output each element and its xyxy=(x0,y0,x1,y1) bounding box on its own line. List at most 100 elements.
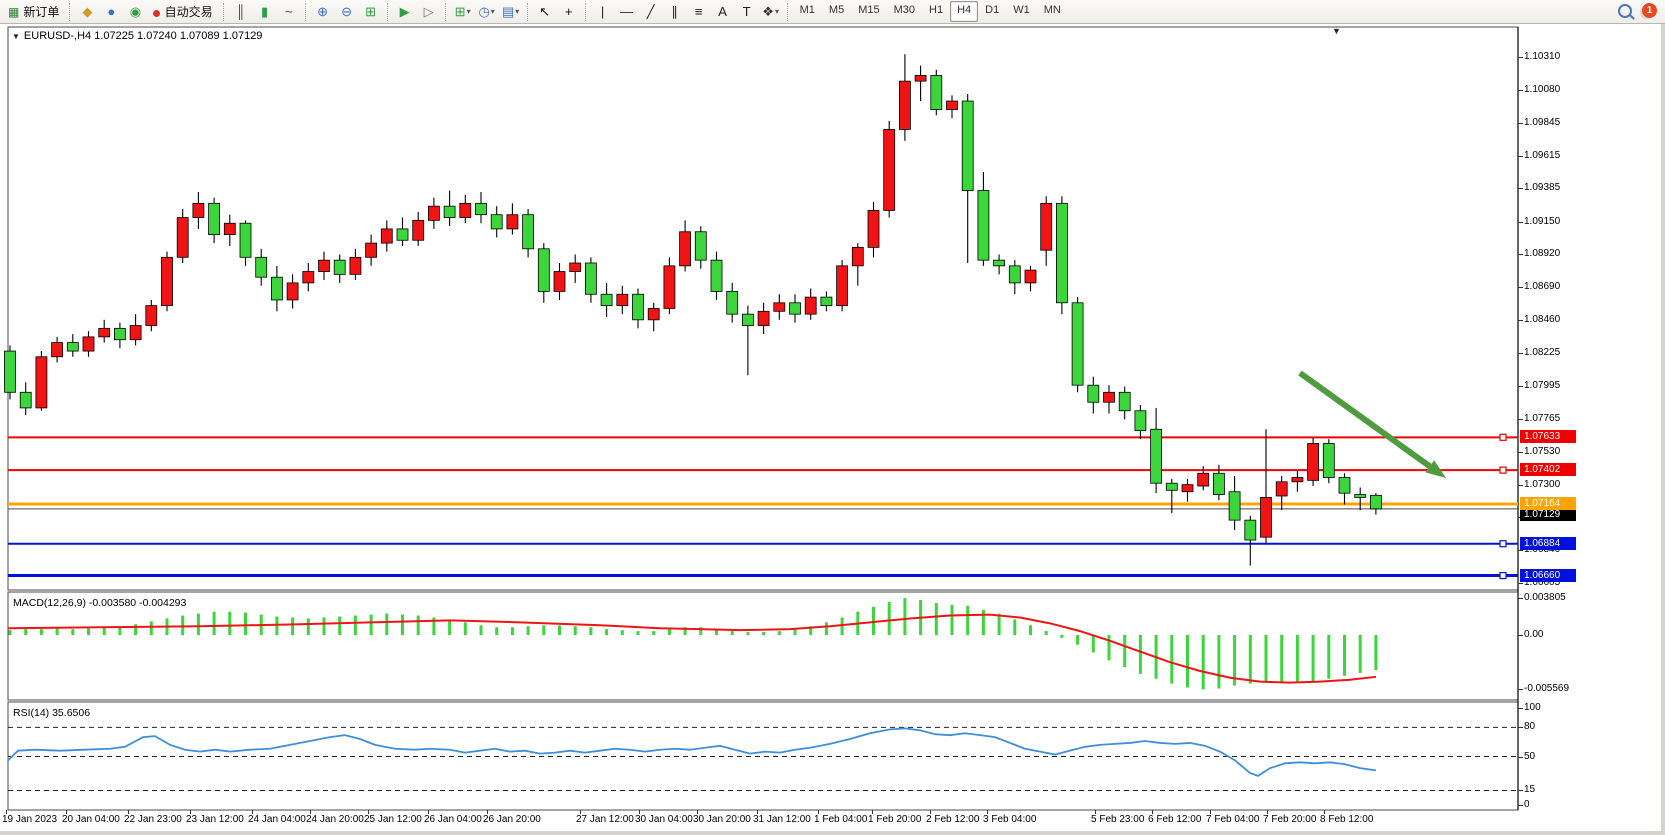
dropdown-arrow-icon[interactable]: ▾ xyxy=(467,2,471,22)
price-axis-label: 1.09385 xyxy=(1524,182,1560,193)
candlestick-icon[interactable]: ▮ xyxy=(253,1,277,23)
line-chart-icon[interactable]: ~ xyxy=(277,1,301,23)
arrow-annotation-head[interactable] xyxy=(1425,460,1446,478)
price-axis-label: 1.10080 xyxy=(1524,84,1560,95)
date-axis-label: 3 Feb 04:00 xyxy=(983,814,1036,825)
chart-title-text: EURUSD-,H4 1.07225 1.07240 1.07089 1.071… xyxy=(24,30,263,42)
timeframe-button-mn[interactable]: MN xyxy=(1037,1,1068,22)
timeframe-button-h4[interactable]: H4 xyxy=(950,1,978,22)
indicators-icon[interactable]: ◆ xyxy=(75,1,99,23)
rsi-axis-label: 100 xyxy=(1524,702,1541,713)
date-axis-label: 24 Jan 20:00 xyxy=(306,814,364,825)
new-order-icon: ▦ xyxy=(8,5,19,19)
date-axis-label: 19 Jan 2023 xyxy=(2,814,57,825)
price-tag-1.07633: 1.07633 xyxy=(1520,430,1576,443)
date-axis-label: 26 Jan 04:00 xyxy=(424,814,482,825)
period-icon[interactable]: ◷▾ xyxy=(475,1,499,23)
date-axis-label: 2 Feb 12:00 xyxy=(926,814,979,825)
macd-axis-label: -0.005569 xyxy=(1524,683,1569,694)
price-axis-label: 1.09845 xyxy=(1524,117,1560,128)
crosshair-icon[interactable]: + xyxy=(557,1,581,23)
horizontal-line-icon[interactable]: — xyxy=(615,1,639,23)
candles xyxy=(5,54,1382,565)
date-axis-label: 20 Jan 04:00 xyxy=(62,814,120,825)
date-axis-label: 30 Jan 20:00 xyxy=(693,814,751,825)
auto-scroll-icon[interactable]: ▷ xyxy=(417,1,441,23)
hline-handle[interactable] xyxy=(1500,467,1506,473)
timeframe-button-h1[interactable]: H1 xyxy=(922,1,950,22)
toolbar-separator xyxy=(223,3,225,21)
notifications-icon[interactable]: 1 xyxy=(1642,3,1657,18)
zoom-out-icon[interactable]: ⊖ xyxy=(335,1,359,23)
date-axis-label: 23 Jan 12:00 xyxy=(186,814,244,825)
dropdown-arrow-icon[interactable]: ▾ xyxy=(491,2,495,22)
cursor-icon[interactable]: ↖ xyxy=(533,1,557,23)
toolbar-separator xyxy=(305,3,307,21)
dropdown-arrow-icon[interactable]: ▾ xyxy=(515,2,519,22)
new-order-button[interactable]: ▦ 新订单 xyxy=(2,1,65,23)
rsi-indicator-label: RSI(14) 35.6506 xyxy=(13,707,90,719)
auto-trading-status-dot xyxy=(152,9,161,18)
chart-shift-icon[interactable]: ▶ xyxy=(393,1,417,23)
hline-handle[interactable] xyxy=(1500,434,1506,440)
dropdown-arrow-icon[interactable]: ▾ xyxy=(775,2,779,22)
hline-handle[interactable] xyxy=(1500,541,1506,547)
price-chart xyxy=(0,0,1665,835)
price-axis-label: 1.08920 xyxy=(1524,248,1560,259)
hline-handle[interactable] xyxy=(1500,573,1506,579)
market-watch-icon[interactable]: ● xyxy=(99,1,123,23)
text-icon[interactable]: A xyxy=(711,1,735,23)
auto-trading-button[interactable]: ●自动交易 xyxy=(147,1,218,23)
channel-icon[interactable]: ∥ xyxy=(663,1,687,23)
macd-axis-label: 0.00 xyxy=(1524,629,1543,640)
price-axis-label: 1.07995 xyxy=(1524,380,1560,391)
window-edge-bottom xyxy=(0,831,1665,835)
rsi-axis-label: 15 xyxy=(1524,784,1535,795)
tile-windows-icon[interactable]: ⊞ xyxy=(359,1,383,23)
date-axis-label: 1 Feb 20:00 xyxy=(868,814,921,825)
chart-shift-marker[interactable]: ▼ xyxy=(1332,26,1341,36)
timeframe-button-d1[interactable]: D1 xyxy=(978,1,1006,22)
price-tag-1.07164: 1.07164 xyxy=(1520,497,1576,510)
symbol-dropdown-icon[interactable]: ▼ xyxy=(12,32,20,41)
text-label-icon[interactable]: T xyxy=(735,1,759,23)
date-axis-label: 6 Feb 12:00 xyxy=(1148,814,1201,825)
new-order-label: 新订单 xyxy=(23,3,59,20)
date-axis-label: 1 Feb 04:00 xyxy=(814,814,867,825)
price-tag-1.07402: 1.07402 xyxy=(1520,463,1576,476)
price-axis-label: 1.09615 xyxy=(1524,150,1560,161)
zoom-in-icon[interactable]: ⊕ xyxy=(311,1,335,23)
toolbar-separator xyxy=(787,3,789,21)
arrow-annotation[interactable] xyxy=(1300,373,1430,466)
date-axis-label: 25 Jan 12:00 xyxy=(364,814,422,825)
fibonacci-icon[interactable]: ≡ xyxy=(687,1,711,23)
toolbar-separator xyxy=(585,3,587,21)
date-axis-label: 27 Jan 12:00 xyxy=(576,814,634,825)
template-icon[interactable]: ▤▾ xyxy=(499,1,523,23)
macd-indicator-label: MACD(12,26,9) -0.003580 -0.004293 xyxy=(13,597,186,609)
signals-icon[interactable]: ◉ xyxy=(123,1,147,23)
macd-signal-line xyxy=(8,615,1376,683)
chart-title[interactable]: ▼ EURUSD-,H4 1.07225 1.07240 1.07089 1.07… xyxy=(12,30,262,42)
timeframe-button-m1[interactable]: M1 xyxy=(793,1,822,22)
arrows-icon[interactable]: ❖▾ xyxy=(759,1,783,23)
price-axis-label: 1.07765 xyxy=(1524,413,1560,424)
bar-chart-icon[interactable]: ║ xyxy=(229,1,253,23)
panel-border xyxy=(8,592,1518,700)
trendline-icon[interactable]: ╱ xyxy=(639,1,663,23)
timeframe-button-w1[interactable]: W1 xyxy=(1006,1,1037,22)
price-tag-1.06660: 1.06660 xyxy=(1520,569,1576,582)
timeframe-button-m15[interactable]: M15 xyxy=(851,1,886,22)
search-icon[interactable] xyxy=(1618,4,1632,18)
toolbar-separator xyxy=(387,3,389,21)
timeframe-button-m5[interactable]: M5 xyxy=(822,1,851,22)
date-axis-label: 30 Jan 04:00 xyxy=(635,814,693,825)
auto-trading-label: 自动交易 xyxy=(165,3,213,20)
price-axis-label: 1.07300 xyxy=(1524,479,1560,490)
vertical-line-icon[interactable]: | xyxy=(591,1,615,23)
panel-border xyxy=(8,27,1518,590)
window-edge-right xyxy=(1661,0,1665,835)
timeframe-button-m30[interactable]: M30 xyxy=(887,1,922,22)
new-chart-icon[interactable]: ⊞▾ xyxy=(451,1,475,23)
price-axis-label: 1.10310 xyxy=(1524,51,1560,62)
